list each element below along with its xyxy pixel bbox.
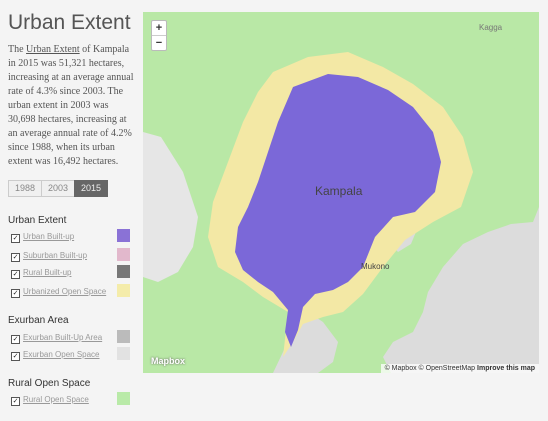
map-attribution: © Mapbox © OpenStreetMap Improve this ma… [380,364,539,373]
description-pre: The [8,44,27,55]
town-label: Kagga [479,23,503,32]
mapbox-logo[interactable]: Mapbox [151,356,185,366]
urban-extent-link[interactable]: Urban Extent [26,44,80,55]
checkbox[interactable]: ✓ [11,253,20,262]
legend-swatch [117,392,130,405]
city-label: Kampala [315,184,363,198]
description-body: of Kampala in 2015 was 51,321 hectares, … [8,44,134,167]
legend-label[interactable]: Urbanized Open Space [23,287,106,296]
checkbox[interactable]: ✓ [11,352,20,361]
legend-swatch [117,330,130,343]
year-button-2015[interactable]: 2015 [74,180,108,197]
legend-swatch [117,229,130,242]
legend-item-exurban-open-space[interactable]: ✓ Exurban Open Space [11,347,133,366]
legend-label[interactable]: Rural Built-up [23,268,71,277]
improve-map-link[interactable]: Improve this map [477,365,535,372]
legend-item-rural-built-up[interactable]: ✓ Rural Built-up [11,265,133,284]
legend-swatch [117,347,130,360]
rural-open-space [473,12,539,52]
legend-label[interactable]: Exurban Open Space [23,350,100,359]
zoom-in-button[interactable]: + [152,21,166,35]
legend-swatch [117,265,130,278]
legend-swatch [117,248,130,261]
year-button-2003[interactable]: 2003 [41,180,75,197]
section-heading-exurban-area: Exurban Area [8,315,69,326]
checkbox[interactable]: ✓ [11,397,20,406]
legend-swatch [117,284,130,297]
legend-item-suburban-built-up[interactable]: ✓ Suburban Built-up [11,248,133,267]
map-canvas[interactable]: Kampala Mukono Kagga + − Mapbox © Mapbox… [143,12,539,373]
year-selector: 1988 2003 2015 [8,180,108,197]
zoom-control: + − [151,20,167,51]
osm-attribution-link[interactable]: © OpenStreetMap [419,365,476,372]
checkbox[interactable]: ✓ [11,234,20,243]
legend-label[interactable]: Suburban Built-up [23,251,87,260]
page-title: Urban Extent [8,11,131,34]
mapbox-attribution-link[interactable]: © Mapbox [385,365,417,372]
year-button-1988[interactable]: 1988 [8,180,42,197]
section-heading-urban-extent: Urban Extent [8,215,67,226]
zoom-out-button[interactable]: − [152,35,166,50]
section-heading-rural-open-space: Rural Open Space [8,378,91,389]
town-label: Mukono [361,262,390,271]
exurban-area [143,132,198,282]
checkbox[interactable]: ✓ [11,270,20,279]
legend-item-urbanized-open-space[interactable]: ✓ Urbanized Open Space [11,284,133,303]
legend-item-rural-open-space[interactable]: ✓ Rural Open Space [11,392,133,411]
description-text: The Urban Extent of Kampala in 2015 was … [8,43,138,169]
checkbox[interactable]: ✓ [11,289,20,298]
legend-label[interactable]: Rural Open Space [23,395,89,404]
legend-item-urban-built-up[interactable]: ✓ Urban Built-up [11,229,133,248]
legend-label[interactable]: Urban Built-up [23,232,74,241]
checkbox[interactable]: ✓ [11,335,20,344]
legend-label[interactable]: Exurban Built-Up Area [23,333,102,342]
legend-item-exurban-built-up[interactable]: ✓ Exurban Built-Up Area [11,330,133,349]
sidebar: Urban Extent The Urban Extent of Kampala… [0,0,143,421]
